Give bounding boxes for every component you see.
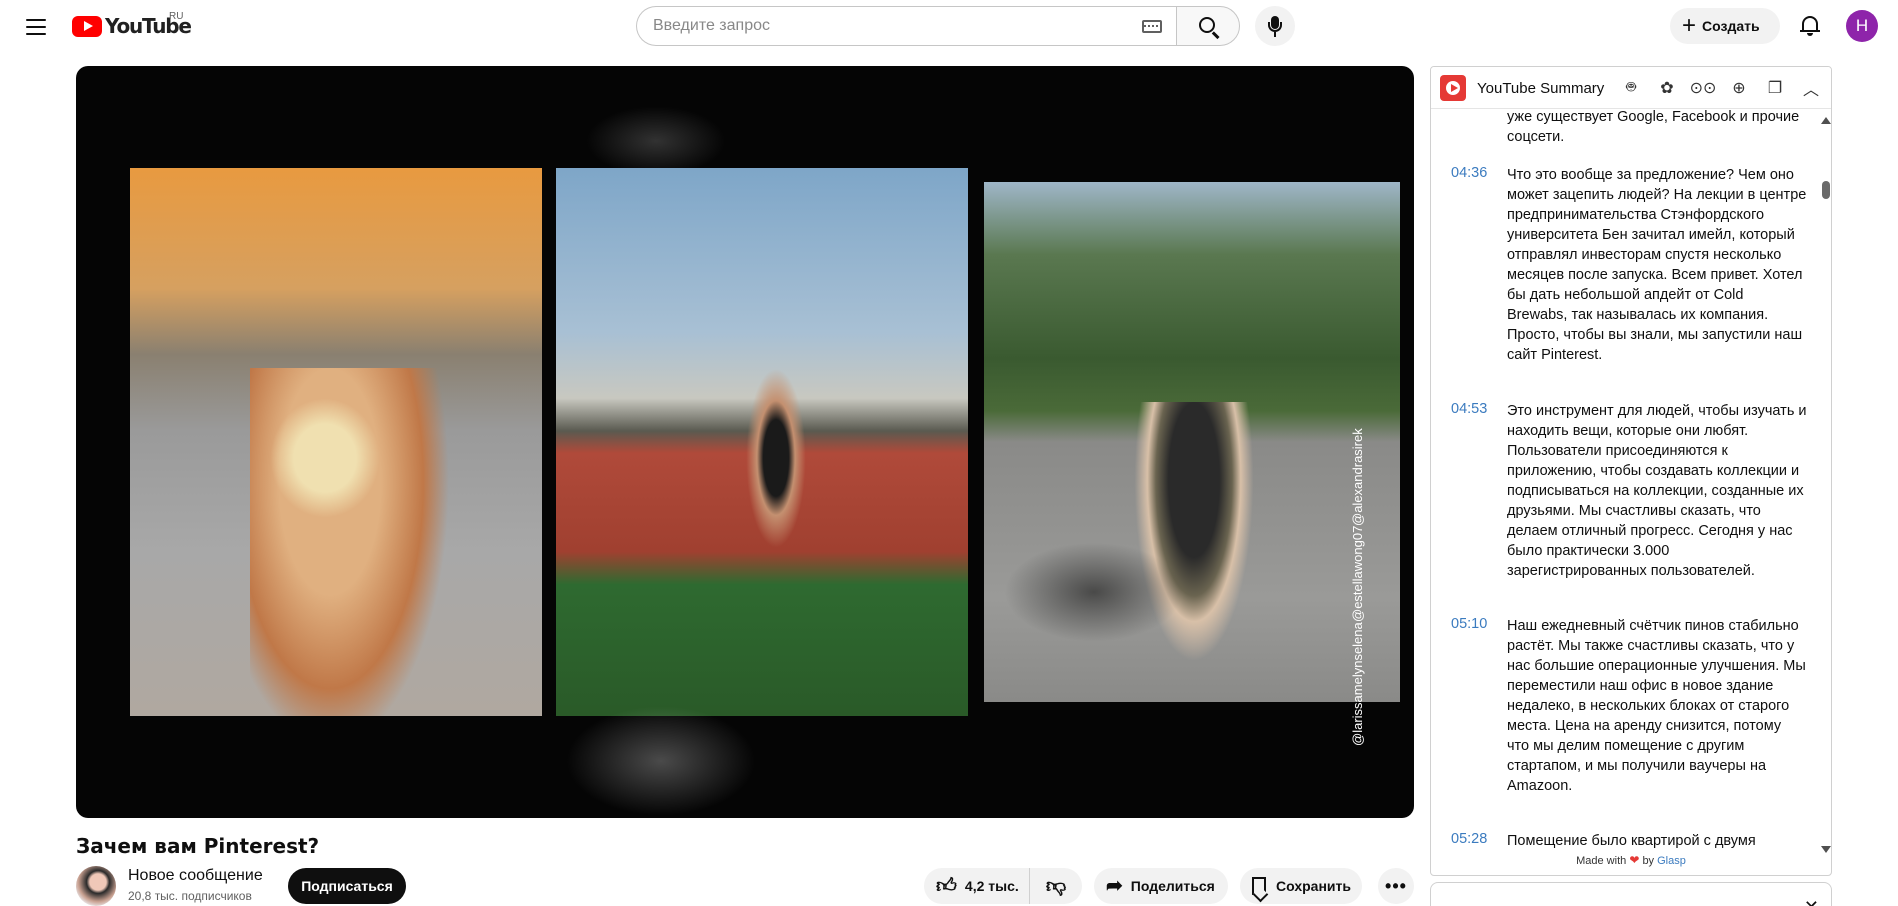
scroll-down-arrow-icon[interactable] xyxy=(1821,846,1831,853)
by-label: by xyxy=(1642,855,1655,867)
voice-search-button[interactable] xyxy=(1255,6,1295,46)
summary-title: YouTube Summary xyxy=(1477,80,1605,97)
transcript-text: Наш ежедневный счётчик пинов стабильно р… xyxy=(1507,618,1806,794)
video-frame-road-pose xyxy=(984,182,1400,702)
subscribe-button[interactable]: Подписаться xyxy=(288,868,406,904)
transcript-text: Что это вообще за предложение? Чем оно м… xyxy=(1507,167,1807,363)
youtube-watch-page: YouTube RU + Создать Н xyxy=(0,0,1898,906)
glasp-link[interactable]: Glasp xyxy=(1657,855,1686,867)
search-icon xyxy=(1199,17,1215,33)
watermark-line: @alexandrasirek xyxy=(1350,428,1365,526)
save-button[interactable]: Сохранить xyxy=(1240,868,1362,904)
scroll-up-arrow-icon[interactable] xyxy=(1821,117,1831,124)
video-title: Зачем вам Pinterest? xyxy=(76,834,320,858)
video-player[interactable]: @larissamelynselena @estellawong07 @alex… xyxy=(76,66,1414,818)
timestamp-link[interactable]: 04:53 xyxy=(1451,401,1487,417)
video-frame-beach-run xyxy=(130,168,542,716)
thumbs-down-icon: 👎︎ xyxy=(1045,875,1067,897)
youtube-summary-panel: YouTube Summary 🤖︎ ✿ ⊙⊙ ⊕ ❐ ︿ уже сущест… xyxy=(1430,66,1832,876)
create-button[interactable]: + Создать xyxy=(1670,8,1780,44)
transcript-text: Помещение было квартирой с двумя спальня… xyxy=(1507,833,1756,849)
chatgpt-icon[interactable]: ✿ xyxy=(1655,77,1679,99)
transcript-text: уже существует Google, Facebook и прочие… xyxy=(1507,109,1800,145)
channel-name[interactable]: Новое сообщение xyxy=(128,867,263,885)
search-input[interactable] xyxy=(653,17,1123,35)
masthead: YouTube RU + Создать Н xyxy=(0,0,1898,52)
channel-avatar[interactable] xyxy=(76,866,116,906)
transcript-scrollbar[interactable] xyxy=(1819,117,1831,853)
made-with-footer: Made with ❤ by Glasp xyxy=(1431,853,1831,873)
glasses-icon[interactable]: ⊙⊙ xyxy=(1690,77,1717,99)
chevron-up-icon[interactable]: ︿ xyxy=(1799,77,1823,99)
copy-icon[interactable]: ❐ xyxy=(1763,77,1787,99)
video-frame-track-run xyxy=(556,168,968,716)
create-label: Создать xyxy=(1702,18,1760,34)
robot-icon[interactable]: 🤖︎ xyxy=(1619,77,1643,99)
search-box xyxy=(636,6,1176,46)
more-horiz-icon: ••• xyxy=(1385,875,1407,896)
heart-icon: ❤ xyxy=(1629,853,1640,867)
more-actions-button[interactable]: ••• xyxy=(1378,868,1414,904)
youtube-play-icon xyxy=(72,15,102,37)
crosshair-icon[interactable]: ⊕ xyxy=(1727,77,1751,99)
country-code: RU xyxy=(169,11,184,22)
summary-header: YouTube Summary 🤖︎ ✿ ⊙⊙ ⊕ ❐ ︿ xyxy=(1431,67,1831,109)
timestamp-link[interactable]: 05:10 xyxy=(1451,616,1487,632)
close-icon[interactable]: ✕ xyxy=(1804,897,1819,906)
transcript-list: уже существует Google, Facebook и прочие… xyxy=(1431,109,1831,853)
timestamp-link[interactable]: 05:28 xyxy=(1451,831,1487,847)
summary-toolbar: 🤖︎ ✿ ⊙⊙ ⊕ ❐ ︿ xyxy=(1619,77,1823,99)
like-count: 4,2 тыс. xyxy=(964,878,1019,894)
account-avatar[interactable]: Н xyxy=(1846,10,1878,42)
notifications-bell-icon[interactable] xyxy=(1794,10,1826,42)
keyboard-icon[interactable] xyxy=(1142,20,1162,33)
made-with-label: Made with xyxy=(1576,855,1627,867)
like-dislike-group: 👍︎ 4,2 тыс. 👎︎ xyxy=(924,868,1082,904)
share-label: Поделиться xyxy=(1130,878,1215,894)
watermark-line: @larissamelynselena xyxy=(1350,622,1365,746)
save-label: Сохранить xyxy=(1276,878,1351,894)
timestamp-link[interactable]: 04:36 xyxy=(1451,165,1487,181)
scrollbar-thumb[interactable] xyxy=(1822,181,1830,199)
watermark-line: @estellawong07 xyxy=(1350,525,1365,623)
plus-icon: + xyxy=(1682,12,1697,39)
secondary-panel: ✕ xyxy=(1430,882,1832,906)
thumbs-up-icon: 👍︎ xyxy=(936,875,957,897)
dislike-button[interactable]: 👎︎ xyxy=(1030,868,1082,904)
video-watermark: @larissamelynselena @estellawong07 @alex… xyxy=(1350,428,1410,746)
share-arrow-icon: ➦ xyxy=(1106,875,1123,897)
like-button[interactable]: 👍︎ 4,2 тыс. xyxy=(924,868,1030,904)
summary-logo-icon xyxy=(1440,75,1466,101)
bookmark-icon xyxy=(1252,877,1266,895)
share-button[interactable]: ➦ Поделиться xyxy=(1094,868,1228,904)
hamburger-menu-icon[interactable] xyxy=(19,10,53,44)
subscriber-count: 20,8 тыс. подписчиков xyxy=(128,889,252,903)
search-button[interactable] xyxy=(1176,6,1240,46)
transcript-text: Это инструмент для людей, чтобы изучать … xyxy=(1507,403,1807,579)
